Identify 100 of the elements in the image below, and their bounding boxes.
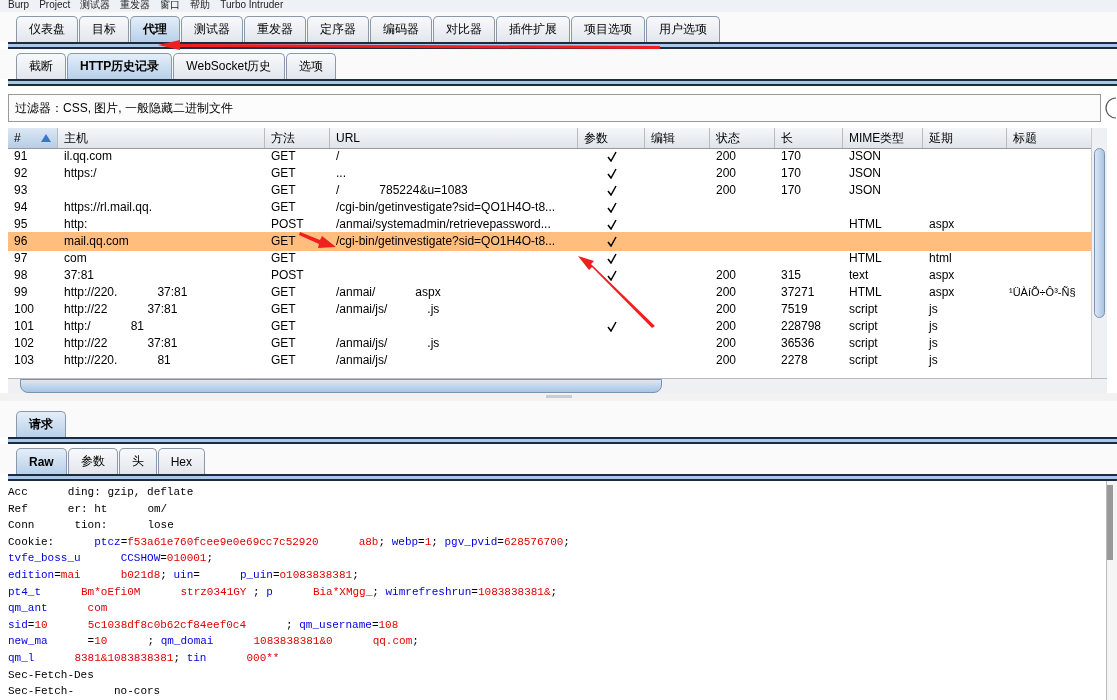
request-text: 1083838381&0	[253, 634, 333, 650]
column-label: 主机	[64, 129, 88, 147]
request-text: 5c1038df8c0b62cf84eef0c4	[87, 617, 247, 633]
request-text: lose	[147, 518, 174, 534]
request-text: qq.com;	[372, 634, 419, 650]
request-text: edition=mai	[8, 567, 81, 583]
table-cell: 200	[716, 336, 737, 350]
table-cell: 94	[14, 200, 28, 214]
table-cell: js	[929, 302, 938, 316]
tab[interactable]: 测试器	[181, 16, 243, 42]
table-row[interactable]: 92 https:/ GET ... 200 170 JSON	[8, 164, 1091, 183]
tab[interactable]: 截断	[16, 53, 66, 79]
annotation-arrow	[299, 232, 336, 248]
column-header[interactable]: 延期	[923, 128, 1007, 148]
table-cell: 170	[781, 166, 802, 180]
table-row[interactable]: 99 http://220. 37:81 GET /anmai/ aspx 200 37271 HTML aspx ¹ÜÀíÕ÷Ô³-Ñ§	[8, 283, 1091, 302]
table-cell: js	[929, 353, 938, 367]
table-cell: HTML	[849, 285, 882, 299]
table-row[interactable]: 91 il.qq.com GET / 200 170 JSON	[8, 147, 1091, 166]
request-text: Sec-Fetch-Des	[8, 667, 94, 683]
request-text: pt4_t	[8, 584, 41, 600]
tab[interactable]: 目标	[79, 16, 129, 42]
column-header[interactable]: MIME类型	[843, 128, 923, 148]
table-cell: script	[849, 353, 878, 367]
tab[interactable]: 编码器	[370, 16, 432, 42]
table-cell-text: il.qq.com	[64, 148, 113, 165]
tab[interactable]: 仪表盘	[16, 16, 78, 42]
filter-bar[interactable]: 过滤器：CSS, 图片, 一般隐藏二进制文件	[8, 94, 1101, 122]
menu-item[interactable]: 窗口	[160, 0, 181, 12]
column-label: 长	[781, 129, 793, 147]
vertical-scrollbar[interactable]	[1106, 481, 1117, 700]
column-header[interactable]: 参数	[578, 128, 645, 148]
column-header[interactable]: 状态	[710, 128, 775, 148]
tab[interactable]: 代理	[130, 16, 180, 42]
request-text: Sec-Fetch-	[8, 684, 74, 700]
tab[interactable]: 定序器	[307, 16, 369, 42]
request-text: om/	[147, 501, 168, 517]
table-cell-text: /anmai/js/	[336, 301, 388, 318]
column-header[interactable]: 方法	[265, 128, 330, 148]
table-cell: 92	[14, 166, 28, 180]
menu-item[interactable]: 测试器	[80, 0, 111, 12]
table-row[interactable]: 98 37:81 POST 200 315 text aspx	[8, 266, 1091, 285]
menu-item[interactable]: 帮助	[190, 0, 211, 12]
table-cell-text: http://22	[64, 301, 108, 318]
request-text: sid=10	[8, 617, 48, 633]
tab[interactable]: HTTP历史记录	[67, 53, 173, 79]
tab[interactable]: 请求	[16, 411, 66, 437]
column-header[interactable]: #	[8, 128, 58, 148]
column-header[interactable]: 编辑	[645, 128, 710, 148]
table-cell: JSON	[849, 183, 881, 197]
table-row[interactable]: 103 http://220. 81 GET /anmai/js/ 200 2278 script js	[8, 351, 1091, 370]
tab[interactable]: WebSocket历史	[173, 53, 285, 79]
table-cell-text: 37:81	[157, 284, 188, 301]
tab[interactable]: 对比器	[433, 16, 495, 42]
table-cell: POST	[271, 217, 304, 231]
column-header[interactable]: 主机	[58, 128, 265, 148]
menu-item[interactable]: Turbo Intruder	[220, 0, 284, 12]
horizontal-scrollbar[interactable]	[8, 378, 1107, 393]
table-cell: 200	[716, 353, 737, 367]
table-cell: GET	[271, 353, 296, 367]
menu-item[interactable]: Burp	[8, 0, 30, 12]
tab[interactable]: 用户选项	[646, 16, 720, 42]
splitter-handle[interactable]	[545, 395, 572, 398]
tab[interactable]: 头	[118, 448, 157, 474]
tab[interactable]: 参数	[67, 448, 118, 474]
table-cell: GET	[271, 200, 296, 214]
table-cell-text: http:/	[64, 318, 91, 335]
help-icon[interactable]	[1105, 97, 1117, 119]
table-row[interactable]: 96 mail.qq.com GET /cgi-bin/getinvestigate?sid=QO1H4O-t8...	[8, 232, 1091, 251]
column-header[interactable]: 长	[775, 128, 843, 148]
table-row[interactable]: 100 http://22 37:81 GET /anmai/js/ .js 200 7519 script js	[8, 300, 1091, 319]
request-text: tion:	[74, 518, 108, 534]
table-row[interactable]: 94 https://rl.mail.qq. GET /cgi-bin/getinvestigate?sid=QO1H4O-t8...	[8, 198, 1091, 217]
menu-item[interactable]: Project	[39, 0, 71, 12]
table-row[interactable]: 97 com GET HTML html	[8, 249, 1091, 268]
column-label: MIME类型	[849, 129, 905, 147]
table-cell: 200	[716, 183, 737, 197]
table-row[interactable]: 102 http://22 37:81 GET /anmai/js/ .js 200 36536 script js	[8, 334, 1091, 353]
table-cell: 36536	[781, 336, 815, 350]
table-row[interactable]: 101 http:/ 81 GET 200 228798 script js	[8, 317, 1091, 336]
table-cell: js	[929, 336, 938, 350]
tab[interactable]: Raw	[16, 448, 67, 474]
tab[interactable]: 重发器	[244, 16, 306, 42]
request-text: ding: gzip, deflate	[67, 485, 194, 500]
table-cell: GET	[271, 251, 296, 265]
request-text: 8381&1083838381; tin	[74, 650, 207, 666]
vertical-scrollbar[interactable]	[1091, 128, 1107, 378]
tab[interactable]: 选项	[285, 53, 336, 79]
column-header[interactable]: URL	[330, 128, 578, 148]
table-cell: text	[849, 268, 869, 282]
table-cell: 37271	[781, 285, 815, 299]
menu-item[interactable]: 重发器	[120, 0, 151, 12]
table-cell-text: /	[336, 182, 340, 199]
table-row[interactable]: 95 http: POST /anmai/systemadmin/retrievepassword... HTML aspx	[8, 215, 1091, 234]
table-cell: JSON	[849, 149, 881, 163]
table-row[interactable]: 93 GET / 785224&u=1083 200 170 JSON	[8, 181, 1091, 200]
table-cell: HTML	[849, 217, 882, 231]
tab[interactable]: 插件扩展	[496, 16, 570, 42]
tab[interactable]: 项目选项	[571, 16, 645, 42]
tab[interactable]: Hex	[157, 448, 206, 474]
